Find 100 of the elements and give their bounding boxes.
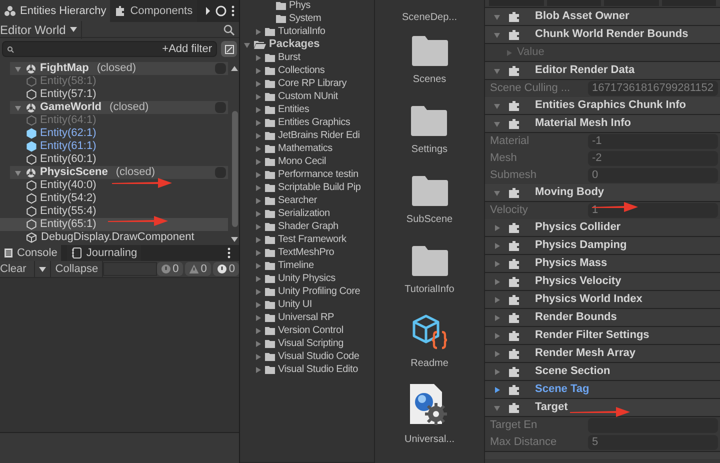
- folder-item[interactable]: Burst: [278, 50, 300, 65]
- collapsed-arrow-icon[interactable]: [254, 236, 262, 244]
- value-field[interactable]: [588, 418, 718, 433]
- count-toggle[interactable]: 0: [212, 262, 239, 276]
- collapsed-arrow-icon[interactable]: [254, 340, 262, 348]
- clear-button[interactable]: Clear: [0, 261, 34, 277]
- folder-icon[interactable]: [412, 36, 448, 66]
- component-header[interactable]: Target: [485, 399, 720, 417]
- group-header[interactable]: GameWorld (closed): [10, 101, 228, 114]
- collapsed-arrow-icon[interactable]: [254, 144, 262, 152]
- collapsed-arrow-icon[interactable]: [493, 314, 501, 322]
- component-header[interactable]: Physics Damping: [485, 237, 720, 255]
- collapsed-arrow-icon[interactable]: [254, 222, 262, 230]
- component-header[interactable]: Editor Render Data: [485, 62, 720, 80]
- asset-label[interactable]: SceneDep...: [402, 10, 458, 25]
- folder-item[interactable]: Timeline: [278, 258, 314, 273]
- count-toggle[interactable]: 0: [156, 262, 183, 276]
- group-header[interactable]: FightMap (closed): [10, 62, 228, 75]
- folder-icon[interactable]: [412, 176, 448, 206]
- folder-item[interactable]: TextMeshPro: [278, 245, 334, 260]
- collapsed-arrow-icon[interactable]: [254, 158, 262, 166]
- folder-item[interactable]: Entities: [278, 102, 310, 117]
- folder-item[interactable]: Packages: [269, 36, 320, 53]
- collapsed-arrow-icon[interactable]: [254, 326, 262, 334]
- component-header[interactable]: Material Mesh Info: [485, 115, 720, 133]
- highlighted-row[interactable]: Entity(65:1): [0, 218, 228, 231]
- folder-item[interactable]: Unity Profiling Core: [278, 284, 360, 299]
- folder-item[interactable]: JetBrains Rider Edi: [278, 128, 360, 143]
- toggle-box[interactable]: [215, 167, 226, 178]
- folder-item[interactable]: Shader Graph: [278, 219, 338, 234]
- asset-label[interactable]: SubScene: [406, 212, 453, 227]
- search-icon[interactable]: [223, 24, 235, 36]
- folder-item[interactable]: Unity Physics: [278, 271, 336, 286]
- folder-item[interactable]: TutorialInfo: [278, 24, 326, 39]
- folder-item[interactable]: Visual Scripting: [278, 336, 344, 351]
- asset-label[interactable]: Scenes: [412, 72, 446, 87]
- cube-braces-icon[interactable]: [410, 314, 448, 350]
- component-header[interactable]: Moving Body: [485, 184, 720, 202]
- component-header[interactable]: Render Mesh Array: [485, 345, 720, 363]
- folder-item[interactable]: Searcher: [278, 193, 317, 208]
- collapsed-arrow-icon[interactable]: [505, 48, 513, 56]
- collapsed-arrow-icon[interactable]: [254, 92, 262, 100]
- circle-icon[interactable]: [215, 5, 227, 17]
- expanded-arrow-icon[interactable]: [493, 12, 501, 20]
- folder-item[interactable]: Test Framework: [278, 232, 346, 247]
- expanded-arrow-icon[interactable]: [493, 102, 501, 110]
- expanded-arrow-icon[interactable]: [14, 64, 22, 72]
- asset-label[interactable]: TutorialInfo: [404, 282, 454, 297]
- component-header[interactable]: Physics Mass: [485, 255, 720, 273]
- collapsed-arrow-icon[interactable]: [254, 118, 262, 126]
- collapsed-arrow-icon[interactable]: [254, 170, 262, 178]
- component-header[interactable]: Physics Velocity: [485, 273, 720, 291]
- collapsed-arrow-icon[interactable]: [493, 224, 501, 232]
- folder-icon[interactable]: [411, 106, 448, 136]
- folder-item[interactable]: Entities Graphics: [278, 115, 350, 130]
- search-field[interactable]: +Add filter: [2, 41, 217, 57]
- expanded-arrow-icon[interactable]: [493, 120, 501, 128]
- toggle-box[interactable]: [215, 102, 226, 113]
- collapsed-arrow-icon[interactable]: [493, 350, 501, 358]
- expanded-arrow-icon[interactable]: [493, 404, 501, 412]
- expanded-arrow-icon[interactable]: [493, 66, 501, 74]
- folder-item[interactable]: Universal RP: [278, 310, 334, 325]
- folder-item[interactable]: Visual Studio Code: [278, 349, 360, 364]
- tab[interactable]: Console: [0, 245, 62, 261]
- folder-item[interactable]: Custom NUnit: [278, 89, 338, 104]
- component-header[interactable]: Chunk World Render Bounds: [485, 26, 720, 44]
- collapsed-arrow-icon[interactable]: [493, 278, 501, 286]
- count-toggle[interactable]: 0: [184, 262, 211, 276]
- expanded-arrow-icon[interactable]: [243, 40, 251, 48]
- collapsed-arrow-icon[interactable]: [254, 54, 262, 62]
- folder-item[interactable]: Serialization: [278, 206, 330, 221]
- component-header[interactable]: Physics World Index: [485, 291, 720, 309]
- folder-icon[interactable]: [412, 246, 448, 276]
- collapsed-arrow-icon[interactable]: [254, 28, 262, 36]
- settings-file-icon[interactable]: [410, 384, 448, 426]
- asset-label[interactable]: Readme: [410, 356, 448, 371]
- folder-item[interactable]: System: [289, 11, 322, 26]
- folder-item[interactable]: Phys: [289, 0, 310, 13]
- world-dropdown[interactable]: Editor World: [0, 20, 82, 38]
- search-field[interactable]: [103, 262, 157, 276]
- collapsed-arrow-icon[interactable]: [254, 248, 262, 256]
- asset-label[interactable]: Universal...: [404, 432, 454, 447]
- folder-item[interactable]: Mathematics: [278, 141, 332, 156]
- expanded-arrow-icon[interactable]: [493, 188, 501, 196]
- folder-item[interactable]: Collections: [278, 63, 325, 78]
- toggle-box[interactable]: [215, 63, 226, 74]
- expanded-arrow-icon[interactable]: [14, 104, 22, 112]
- kebab-menu-icon[interactable]: [231, 5, 235, 17]
- expanded-arrow-icon[interactable]: [493, 30, 501, 38]
- collapsed-arrow-icon[interactable]: [493, 368, 501, 376]
- expanded-arrow-icon[interactable]: [14, 168, 22, 176]
- icon-button[interactable]: [221, 41, 237, 57]
- folder-item[interactable]: Mono Cecil: [278, 154, 326, 169]
- component-header[interactable]: Physics Collider: [485, 219, 720, 237]
- collapsed-arrow-icon[interactable]: [254, 66, 262, 74]
- collapsed-arrow-icon[interactable]: [254, 352, 262, 360]
- collapsed-arrow-icon[interactable]: [254, 196, 262, 204]
- collapsed-arrow-icon[interactable]: [254, 262, 262, 270]
- scroll-up-icon[interactable]: [231, 66, 238, 71]
- dropdown-button[interactable]: [34, 261, 52, 277]
